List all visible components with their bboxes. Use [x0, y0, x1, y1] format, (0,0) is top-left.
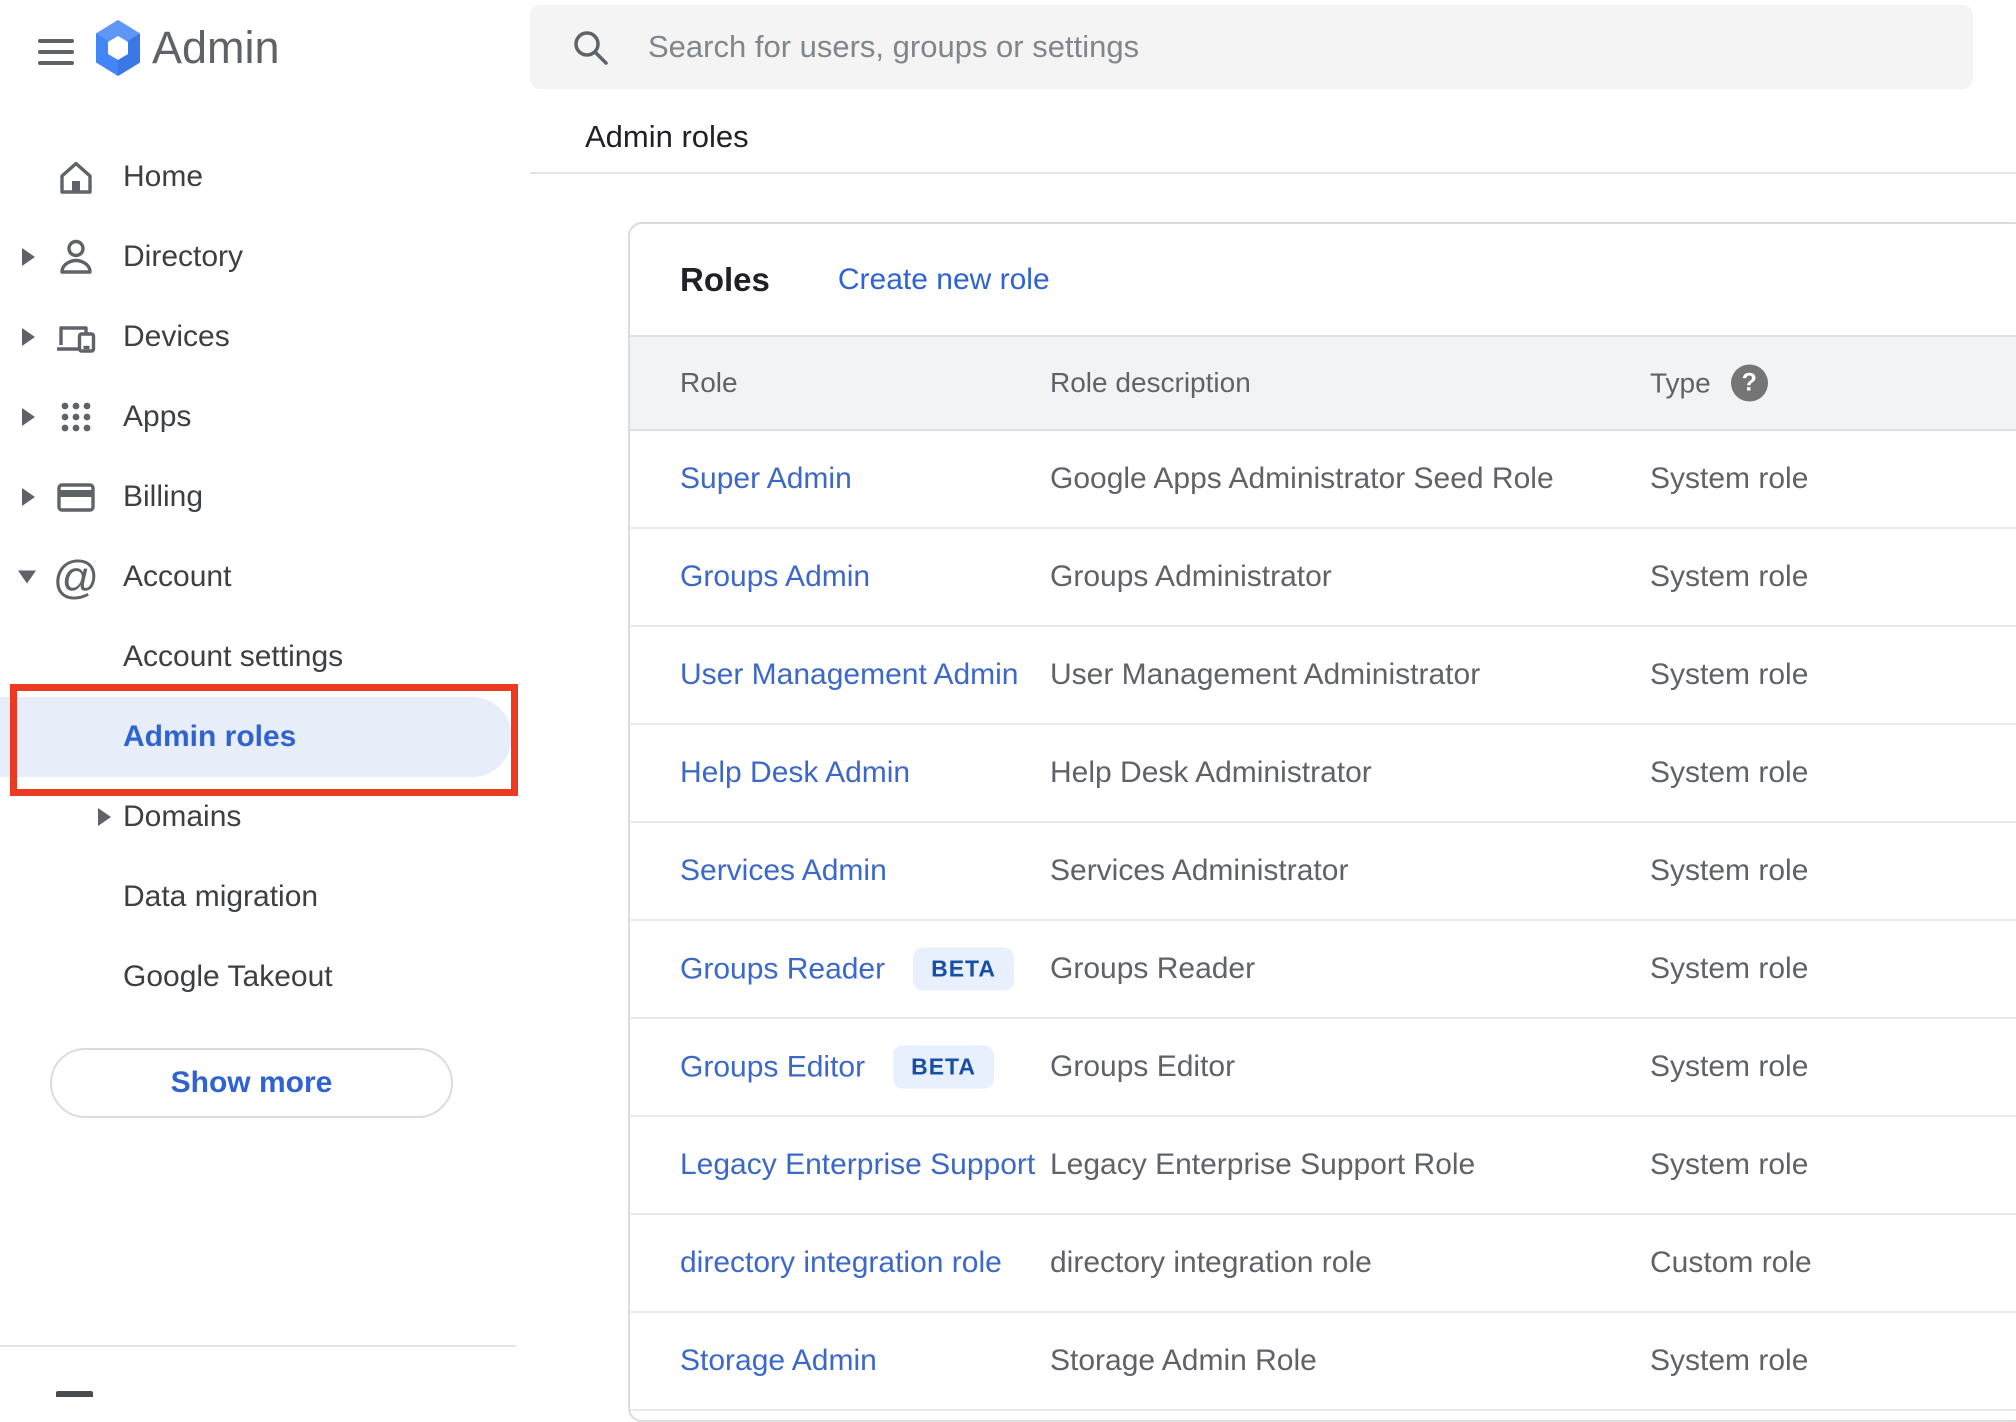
role-type-cell: System role: [1650, 462, 1809, 495]
roles-card: Roles Create new role Role Role descript…: [628, 222, 2016, 1422]
role-link[interactable]: Groups Admin: [680, 560, 870, 594]
sidebar-header: Admin: [0, 0, 530, 110]
table-header: Role Role description Type ?: [630, 335, 2016, 431]
role-cell: Groups Admin: [680, 560, 870, 594]
table-row: Groups Admin Groups Administrator System…: [630, 529, 2016, 627]
role-type-cell: System role: [1650, 658, 1809, 691]
sidebar-item-google-takeout[interactable]: Google Takeout: [0, 937, 530, 1017]
role-description-cell: Help Desk Administrator: [1050, 756, 1372, 789]
apps-grid-icon: [52, 387, 100, 447]
role-link[interactable]: User Management Admin: [680, 658, 1019, 692]
role-description-cell: Groups Reader: [1050, 952, 1256, 985]
sidebar-item-apps[interactable]: Apps: [0, 377, 530, 457]
table-row: directory integration role directory int…: [630, 1215, 2016, 1313]
role-cell: Services Admin: [680, 854, 887, 888]
billing-card-icon: [52, 467, 100, 527]
search-input[interactable]: [648, 17, 1973, 77]
sidebar-item-devices[interactable]: Devices: [0, 297, 530, 377]
role-cell: Groups Editor BETA: [680, 1045, 994, 1089]
sidebar-item-account-settings[interactable]: Account settings: [0, 617, 530, 697]
beta-badge: BETA: [913, 947, 1015, 991]
app-wordmark: Admin: [152, 22, 280, 73]
table-row: Legacy Enterprise Support Legacy Enterpr…: [630, 1117, 2016, 1215]
expand-arrow-icon[interactable]: [98, 808, 111, 826]
role-description-cell: Legacy Enterprise Support Role: [1050, 1148, 1476, 1181]
at-icon: @: [52, 551, 100, 603]
role-link[interactable]: Help Desk Admin: [680, 756, 910, 790]
collapse-arrow-icon[interactable]: [18, 570, 36, 584]
expand-arrow-icon[interactable]: [22, 488, 35, 506]
role-description-cell: Groups Administrator: [1050, 560, 1332, 593]
expand-arrow-icon[interactable]: [22, 328, 35, 346]
column-header-type: Type ?: [1650, 364, 1768, 402]
card-header: Roles Create new role: [630, 224, 2016, 335]
role-type-cell: System role: [1650, 756, 1809, 789]
content-divider: [530, 172, 2016, 174]
role-type-cell: System role: [1650, 854, 1809, 887]
role-link[interactable]: Groups Reader: [680, 952, 885, 986]
sidebar-item-directory[interactable]: Directory: [0, 217, 530, 297]
column-header-role: Role: [680, 367, 738, 398]
table-row: Super Admin Google Apps Administrator Se…: [630, 431, 2016, 529]
sidebar-item-home[interactable]: Home: [0, 137, 530, 217]
roles-table-body: Super Admin Google Apps Administrator Se…: [630, 431, 2016, 1411]
sidebar-item-domains[interactable]: Domains: [0, 777, 530, 857]
breadcrumb: Admin roles: [585, 119, 749, 154]
role-link[interactable]: Super Admin: [680, 462, 852, 496]
role-cell: Super Admin: [680, 462, 852, 496]
help-icon[interactable]: ?: [1730, 364, 1768, 402]
expand-arrow-icon[interactable]: [22, 408, 35, 426]
role-description-cell: directory integration role: [1050, 1246, 1372, 1279]
sidebar-item-admin-roles[interactable]: Admin roles: [0, 697, 512, 777]
role-link[interactable]: Storage Admin: [680, 1344, 877, 1378]
sidebar-item-billing[interactable]: Billing: [0, 457, 530, 537]
role-cell: Help Desk Admin: [680, 756, 910, 790]
expand-arrow-icon[interactable]: [22, 248, 35, 266]
create-new-role-link[interactable]: Create new role: [838, 263, 1050, 297]
devices-icon: [52, 307, 100, 367]
role-description-cell: Groups Editor: [1050, 1050, 1236, 1083]
sidebar-item-account[interactable]: @ Account: [0, 537, 530, 617]
role-type-cell: System role: [1650, 1344, 1809, 1377]
role-type-cell: System role: [1650, 1050, 1809, 1083]
role-type-cell: System role: [1650, 952, 1809, 985]
table-row: Groups Reader BETA Groups Reader System …: [630, 921, 2016, 1019]
sidebar-nav: Home Directory Devices Apps Billing @ Ac…: [0, 137, 530, 1017]
role-description-cell: Storage Admin Role: [1050, 1344, 1317, 1377]
role-type-cell: Custom role: [1650, 1246, 1812, 1279]
table-row: User Management Admin User Management Ad…: [630, 627, 2016, 725]
role-description-cell: Services Administrator: [1050, 854, 1349, 887]
role-cell: User Management Admin: [680, 658, 1019, 692]
role-cell: Storage Admin: [680, 1344, 877, 1378]
hamburger-menu-icon[interactable]: [38, 30, 94, 74]
role-description-cell: User Management Administrator: [1050, 658, 1481, 691]
beta-badge: BETA: [893, 1045, 994, 1089]
table-row: Help Desk Admin Help Desk Administrator …: [630, 725, 2016, 823]
role-description-cell: Google Apps Administrator Seed Role: [1050, 462, 1554, 495]
role-type-cell: System role: [1650, 1148, 1809, 1181]
role-cell: Groups Reader BETA: [680, 947, 1015, 991]
sidebar-item-data-migration[interactable]: Data migration: [0, 857, 530, 937]
table-row: Services Admin Services Administrator Sy…: [630, 823, 2016, 921]
sidebar-bottom-divider: [0, 1345, 516, 1347]
column-header-description: Role description: [1050, 367, 1251, 398]
person-icon: [52, 227, 100, 287]
partially-visible-sidebar-icon: [56, 1391, 93, 1397]
search-icon: [570, 27, 610, 67]
role-cell: Legacy Enterprise Support: [680, 1148, 1035, 1182]
table-row: Storage Admin Storage Admin Role System …: [630, 1313, 2016, 1411]
role-link[interactable]: Legacy Enterprise Support: [680, 1148, 1035, 1182]
sidebar: Admin Home Directory Devices Apps Billin…: [0, 0, 530, 1397]
home-icon: [52, 147, 100, 207]
role-link[interactable]: Services Admin: [680, 854, 887, 888]
role-cell: directory integration role: [680, 1246, 1002, 1280]
table-row: Groups Editor BETA Groups Editor System …: [630, 1019, 2016, 1117]
show-more-button[interactable]: Show more: [50, 1048, 453, 1118]
search-bar[interactable]: [530, 5, 1973, 89]
role-link[interactable]: directory integration role: [680, 1246, 1002, 1280]
admin-hexagon-logo-icon: [94, 18, 142, 78]
card-title: Roles: [680, 260, 770, 298]
role-link[interactable]: Groups Editor: [680, 1050, 865, 1084]
role-type-cell: System role: [1650, 560, 1809, 593]
